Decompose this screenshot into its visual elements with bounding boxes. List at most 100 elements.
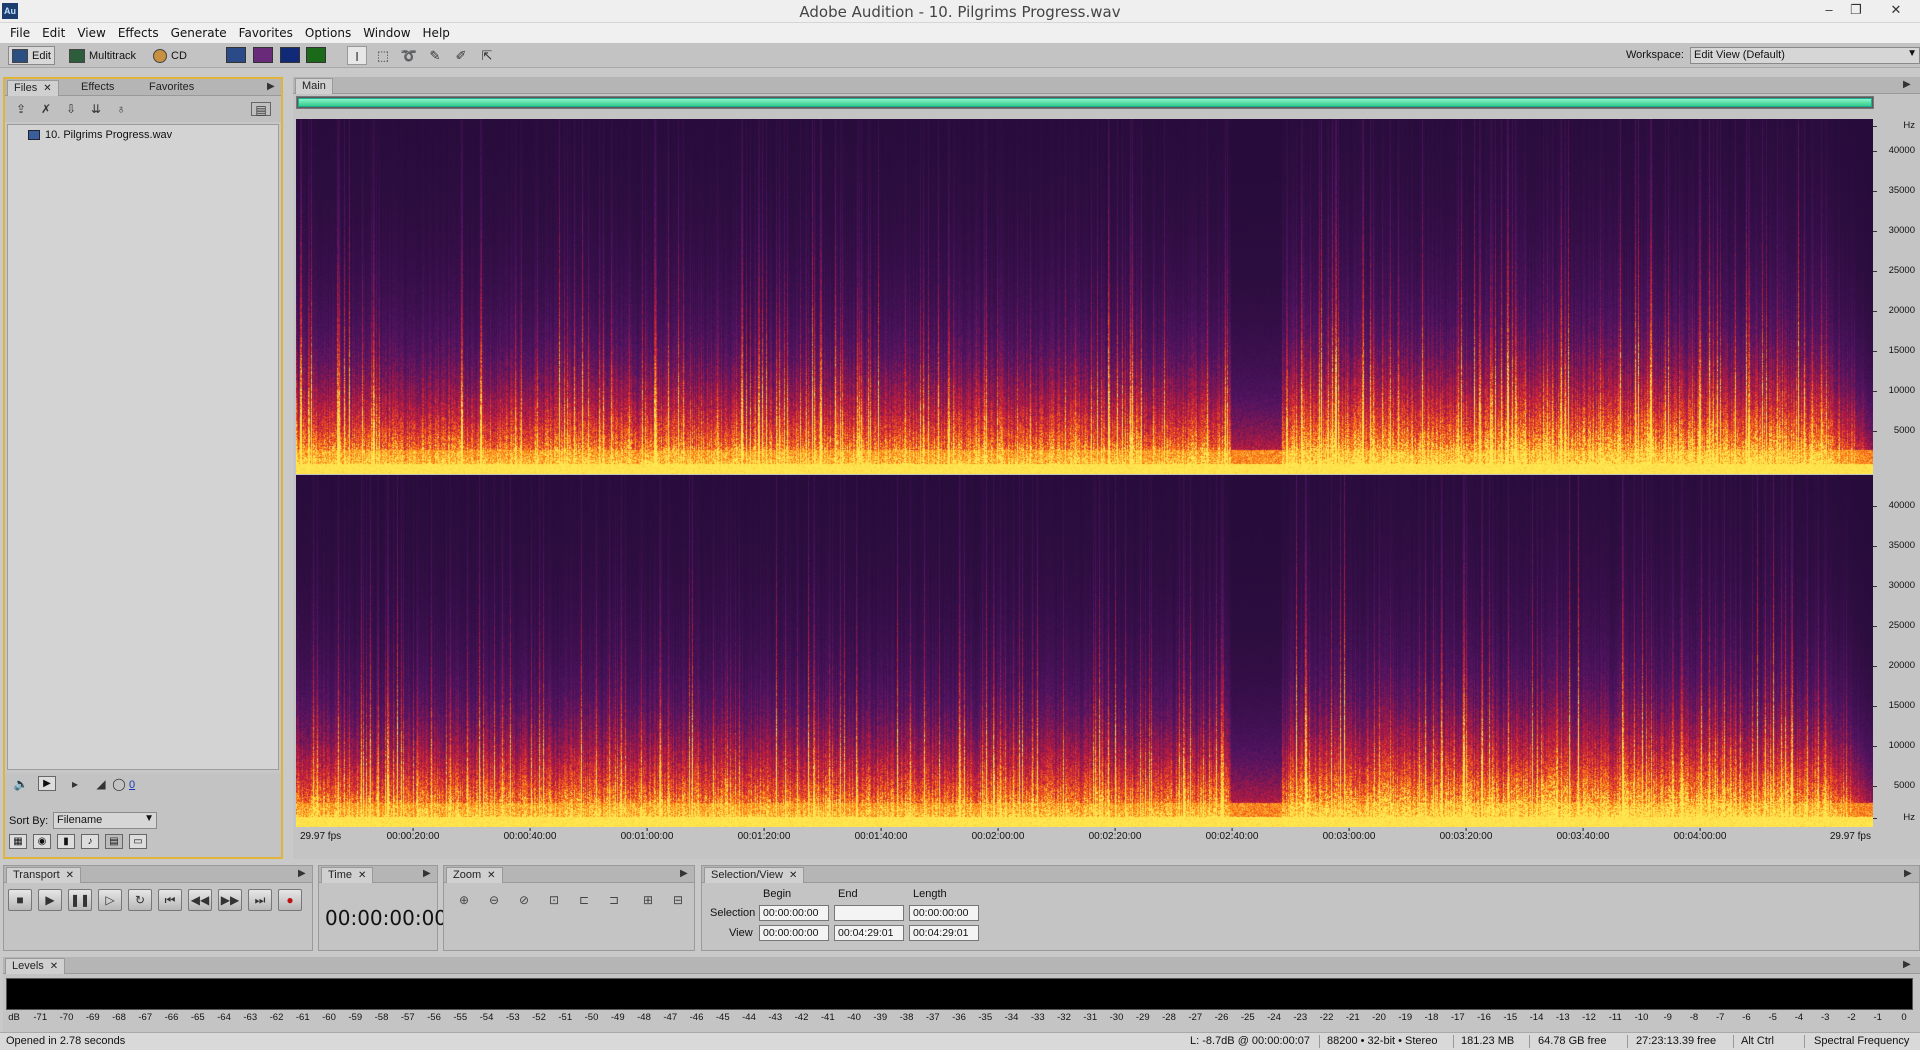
show-loops-icon[interactable]: ◉ [33, 834, 51, 849]
view-begin-field[interactable]: 00:00:00:00 [759, 925, 829, 941]
zoom-in-vertical-icon[interactable]: ⊞ [638, 890, 658, 910]
spectral-pan-view-button[interactable] [280, 47, 300, 63]
rewind-button[interactable]: ◀◀ [188, 889, 212, 911]
healing-tool-icon[interactable]: ✐ [451, 46, 471, 65]
tab-main[interactable]: Main [295, 78, 333, 94]
zoom-to-selection-icon[interactable]: ⊡ [544, 890, 564, 910]
volume-value[interactable]: 0 [129, 779, 135, 791]
close-tab-icon[interactable]: ✕ [358, 870, 366, 881]
panel-menu-icon[interactable]: ▶ [680, 868, 688, 879]
menu-help[interactable]: Help [417, 26, 456, 40]
go-to-end-button[interactable]: ⏭ [248, 889, 272, 911]
play-from-cursor-button[interactable]: ▷ [98, 889, 122, 911]
multitrack-view-button[interactable]: Multitrack [66, 46, 139, 65]
zoom-right-edge-icon[interactable]: ⊐ [604, 890, 624, 910]
edit-view-button[interactable]: Edit [8, 46, 55, 65]
tab-files[interactable]: Files ✕ [7, 80, 59, 96]
show-midi-icon[interactable]: ▮ [57, 834, 75, 849]
restore-icon[interactable]: ❐ [1845, 1, 1867, 19]
zoom-left-edge-icon[interactable]: ⊏ [574, 890, 594, 910]
marquee-tool-icon[interactable]: ⬚ [373, 46, 393, 65]
insert-into-multitrack-icon[interactable]: ⇊ [88, 102, 104, 116]
menu-view[interactable]: View [71, 26, 111, 40]
scrub-tool-icon[interactable]: ⇱ [477, 46, 497, 65]
lasso-tool-icon[interactable]: ➰ [399, 46, 419, 65]
menu-effects[interactable]: Effects [112, 26, 165, 40]
panel-menu-icon[interactable]: ▶ [267, 81, 275, 92]
go-to-end-icon: ⏭ [254, 893, 266, 907]
menu-file[interactable]: File [4, 26, 36, 40]
tab-levels[interactable]: Levels ✕ [5, 958, 66, 974]
close-file-icon[interactable]: ✗ [38, 102, 54, 116]
close-tab-icon[interactable]: ✕ [789, 870, 797, 881]
play-file-icon[interactable]: ▶ [38, 776, 56, 791]
spectrogram-left-channel[interactable] [296, 119, 1873, 474]
speaker-icon[interactable]: 🔈 [13, 777, 29, 791]
stop-button[interactable]: ■ [8, 889, 32, 911]
time-ruler[interactable]: 29.97 fps 00:00:20:00 00:00:40:00 00:01:… [296, 828, 1873, 846]
panel-menu-icon[interactable]: ▶ [423, 868, 431, 879]
edit-file-icon[interactable]: ♁ [113, 102, 129, 116]
overview-bar[interactable] [296, 96, 1874, 109]
menu-window[interactable]: Window [357, 26, 416, 40]
close-tab-icon[interactable]: ✕ [66, 870, 74, 881]
brush-tool-icon[interactable]: ✎ [425, 46, 445, 65]
panel-menu-icon[interactable]: ▶ [1904, 868, 1912, 879]
menu-generate[interactable]: Generate [165, 26, 233, 40]
close-tab-icon[interactable]: ✕ [43, 83, 51, 94]
go-to-start-button[interactable]: ⏮ [158, 889, 182, 911]
fast-forward-button[interactable]: ▶▶ [218, 889, 242, 911]
play-button[interactable]: ▶ [38, 889, 62, 911]
frequency-ruler[interactable]: Hz 40000 35000 30000 25000 20000 15000 1… [1873, 119, 1918, 827]
cd-view-button[interactable]: CD [150, 46, 190, 65]
show-video-icon[interactable]: ♪ [81, 834, 99, 849]
tab-favorites[interactable]: Favorites [143, 80, 200, 96]
overview-range-indicator[interactable] [298, 98, 1872, 107]
view-end-field[interactable]: 00:04:29:01 [834, 925, 904, 941]
db-scale-label: -51 [558, 1012, 573, 1023]
selection-length-field[interactable]: 00:00:00:00 [909, 905, 979, 921]
close-icon[interactable]: ✕ [1885, 1, 1907, 19]
tab-selection-view[interactable]: Selection/View ✕ [704, 867, 805, 883]
zoom-in-horizontal-icon[interactable]: ⊕ [454, 890, 474, 910]
panel-menu-icon[interactable]: ▶ [298, 868, 306, 879]
tab-zoom[interactable]: Zoom ✕ [446, 867, 503, 883]
zoom-out-vertical-icon[interactable]: ⊟ [668, 890, 688, 910]
spectral-phase-view-button[interactable] [306, 47, 326, 63]
minimize-icon[interactable]: – [1818, 1, 1840, 19]
zoom-out-horizontal-icon[interactable]: ⊖ [484, 890, 504, 910]
time-selection-tool-icon[interactable]: I [347, 46, 367, 65]
close-tab-icon[interactable]: ✕ [50, 961, 58, 972]
show-cue-icon[interactable]: ▭ [129, 834, 147, 849]
show-options-icon[interactable]: ▤ [251, 102, 271, 117]
spectral-frequency-view-button[interactable] [253, 47, 273, 63]
zoom-out-full-icon[interactable]: ⊘ [514, 890, 534, 910]
volume-knob-icon[interactable]: ◯ [111, 777, 127, 791]
panel-menu-icon[interactable]: ▶ [1903, 959, 1911, 970]
tab-time[interactable]: Time ✕ [321, 867, 374, 883]
loop-button[interactable]: ↻ [128, 889, 152, 911]
open-file-icon[interactable]: ⇪ [13, 102, 29, 116]
autoplay-icon[interactable]: ▸ [67, 777, 83, 791]
menu-edit[interactable]: Edit [36, 26, 71, 40]
menu-favorites[interactable]: Favorites [233, 26, 299, 40]
show-audio-icon[interactable]: ▦ [9, 834, 27, 849]
workspace-dropdown[interactable]: Edit View (Default) ▼ [1690, 47, 1920, 64]
menu-options[interactable]: Options [299, 26, 357, 40]
close-tab-icon[interactable]: ✕ [487, 870, 495, 881]
selection-end-field[interactable] [834, 905, 904, 921]
selection-begin-field[interactable]: 00:00:00:00 [759, 905, 829, 921]
sort-by-dropdown[interactable]: Filename ▼ [53, 812, 157, 829]
panel-menu-icon[interactable]: ▶ [1903, 79, 1911, 90]
volume-slider-icon[interactable]: ◢ [93, 777, 109, 791]
record-button[interactable]: ● [278, 889, 302, 911]
tab-effects[interactable]: Effects [75, 80, 120, 96]
tab-transport[interactable]: Transport ✕ [6, 867, 82, 883]
show-full-paths-icon[interactable]: ▤ [105, 834, 123, 849]
import-file-icon[interactable]: ⇩ [63, 102, 79, 116]
pause-button[interactable]: ❚❚ [68, 889, 92, 911]
view-length-field[interactable]: 00:04:29:01 [909, 925, 979, 941]
list-item[interactable]: 10. Pilgrims Progress.wav [28, 129, 172, 141]
waveform-view-button[interactable] [226, 47, 246, 63]
spectrogram-right-channel[interactable] [296, 475, 1873, 827]
